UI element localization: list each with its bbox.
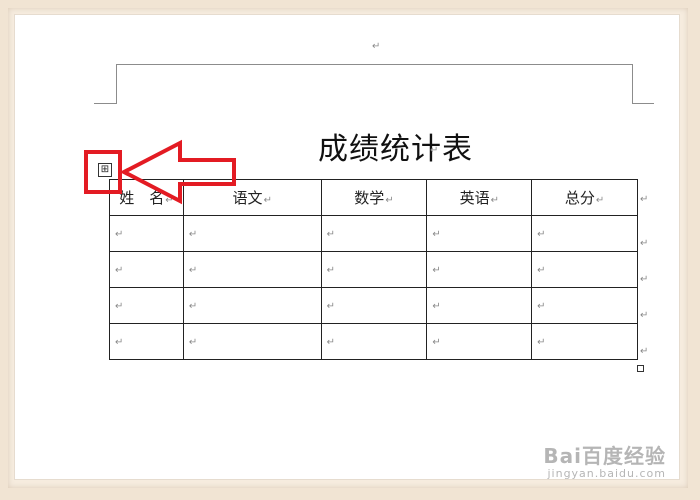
page-title[interactable]: 成绩统计表	[318, 124, 473, 168]
cell-mark: ↵	[432, 337, 441, 348]
header-label: 总分	[564, 189, 595, 207]
header-boundary-left-horizontal	[94, 103, 116, 104]
table-cell[interactable]: ↵	[426, 323, 533, 360]
cell-mark: ↵	[115, 337, 124, 348]
table-cell[interactable]: ↵	[109, 323, 184, 360]
cell-mark: ↵	[263, 195, 272, 206]
row-end-mark: ↵	[640, 310, 649, 321]
table-cell[interactable]: ↵	[426, 287, 533, 324]
cell-mark: ↵	[326, 229, 335, 240]
row-end-mark: ↵	[640, 238, 649, 249]
header-boundary-left-vertical	[116, 64, 117, 104]
header-label: 语文	[232, 189, 263, 207]
cell-mark: ↵	[490, 195, 499, 206]
cell-mark: ↵	[537, 229, 546, 240]
cell-mark: ↵	[595, 195, 605, 206]
cell-mark: ↵	[115, 265, 124, 276]
watermark-url: jingyan.baidu.com	[547, 467, 666, 480]
cell-mark: ↵	[432, 301, 441, 312]
paragraph-mark: ↵	[372, 41, 381, 52]
cell-mark: ↵	[537, 337, 546, 348]
baidu-jingyan-watermark: Bai百度经验 jingyan.baidu.com	[543, 440, 666, 480]
header-cell-english[interactable]: 英语↵	[426, 179, 533, 216]
table-row: ↵ ↵ ↵ ↵ ↵	[109, 215, 638, 252]
table-cell[interactable]: ↵	[320, 287, 428, 324]
header-boundary-right-vertical	[632, 64, 633, 104]
cell-mark: ↵	[537, 301, 546, 312]
table-cell[interactable]: ↵	[320, 251, 428, 288]
table-cell[interactable]: ↵	[182, 287, 322, 324]
table-cell[interactable]: ↵	[109, 215, 184, 252]
cell-mark: ↵	[188, 265, 198, 276]
table-header-row: 姓 名↵ 语文↵ 数学↵ 英语↵ 总分↵	[109, 179, 638, 216]
grades-table[interactable]: 姓 名↵ 语文↵ 数学↵ 英语↵ 总分↵ ↵ ↵ ↵ ↵ ↵ ↵ ↵ ↵ ↵ ↵…	[109, 179, 638, 360]
header-cell-math[interactable]: 数学↵	[320, 179, 428, 216]
cell-mark: ↵	[188, 229, 198, 240]
table-cell[interactable]: ↵	[182, 323, 322, 360]
cell-mark: ↵	[432, 265, 441, 276]
cell-mark: ↵	[385, 195, 394, 206]
cell-mark: ↵	[115, 229, 124, 240]
cell-mark: ↵	[326, 337, 335, 348]
table-row: ↵ ↵ ↵ ↵ ↵	[109, 323, 638, 360]
cell-mark: ↵	[537, 265, 546, 276]
row-end-mark: ↵	[640, 274, 649, 285]
table-cell[interactable]: ↵	[426, 251, 533, 288]
row-end-mark: ↵	[640, 346, 649, 357]
cell-mark: ↵	[326, 265, 335, 276]
cell-mark: ↵	[165, 195, 174, 206]
cell-mark: ↵	[188, 301, 198, 312]
header-cell-chinese[interactable]: 语文↵	[182, 179, 322, 216]
table-resize-handle[interactable]	[637, 365, 644, 372]
table-cell[interactable]: ↵	[426, 215, 533, 252]
table-cell[interactable]: ↵	[182, 215, 322, 252]
cell-mark: ↵	[326, 301, 335, 312]
table-cell[interactable]: ↵	[320, 215, 428, 252]
paragraph-mark: ↵	[430, 145, 439, 156]
table-cell[interactable]: ↵	[531, 215, 638, 252]
table-cell[interactable]: ↵	[531, 323, 638, 360]
table-cell[interactable]: ↵	[109, 251, 184, 288]
table-cell[interactable]: ↵	[109, 287, 184, 324]
header-boundary-right-horizontal	[632, 103, 654, 104]
table-row: ↵ ↵ ↵ ↵ ↵	[109, 287, 638, 324]
watermark-logo: Bai百度经验	[543, 444, 666, 468]
cell-mark: ↵	[188, 337, 198, 348]
annotation-highlight-box	[84, 150, 122, 194]
header-boundary-top	[116, 64, 632, 65]
header-cell-total[interactable]: 总分↵	[531, 179, 638, 216]
cell-mark: ↵	[115, 301, 124, 312]
row-end-mark: ↵	[640, 194, 649, 205]
table-cell[interactable]: ↵	[182, 251, 322, 288]
cell-mark: ↵	[432, 229, 441, 240]
table-cell[interactable]: ↵	[320, 323, 428, 360]
table-cell[interactable]: ↵	[531, 251, 638, 288]
header-label: 姓 名	[119, 189, 165, 207]
header-label: 英语	[459, 189, 490, 207]
table-cell[interactable]: ↵	[531, 287, 638, 324]
header-label: 数学	[354, 189, 385, 207]
table-row: ↵ ↵ ↵ ↵ ↵	[109, 251, 638, 288]
